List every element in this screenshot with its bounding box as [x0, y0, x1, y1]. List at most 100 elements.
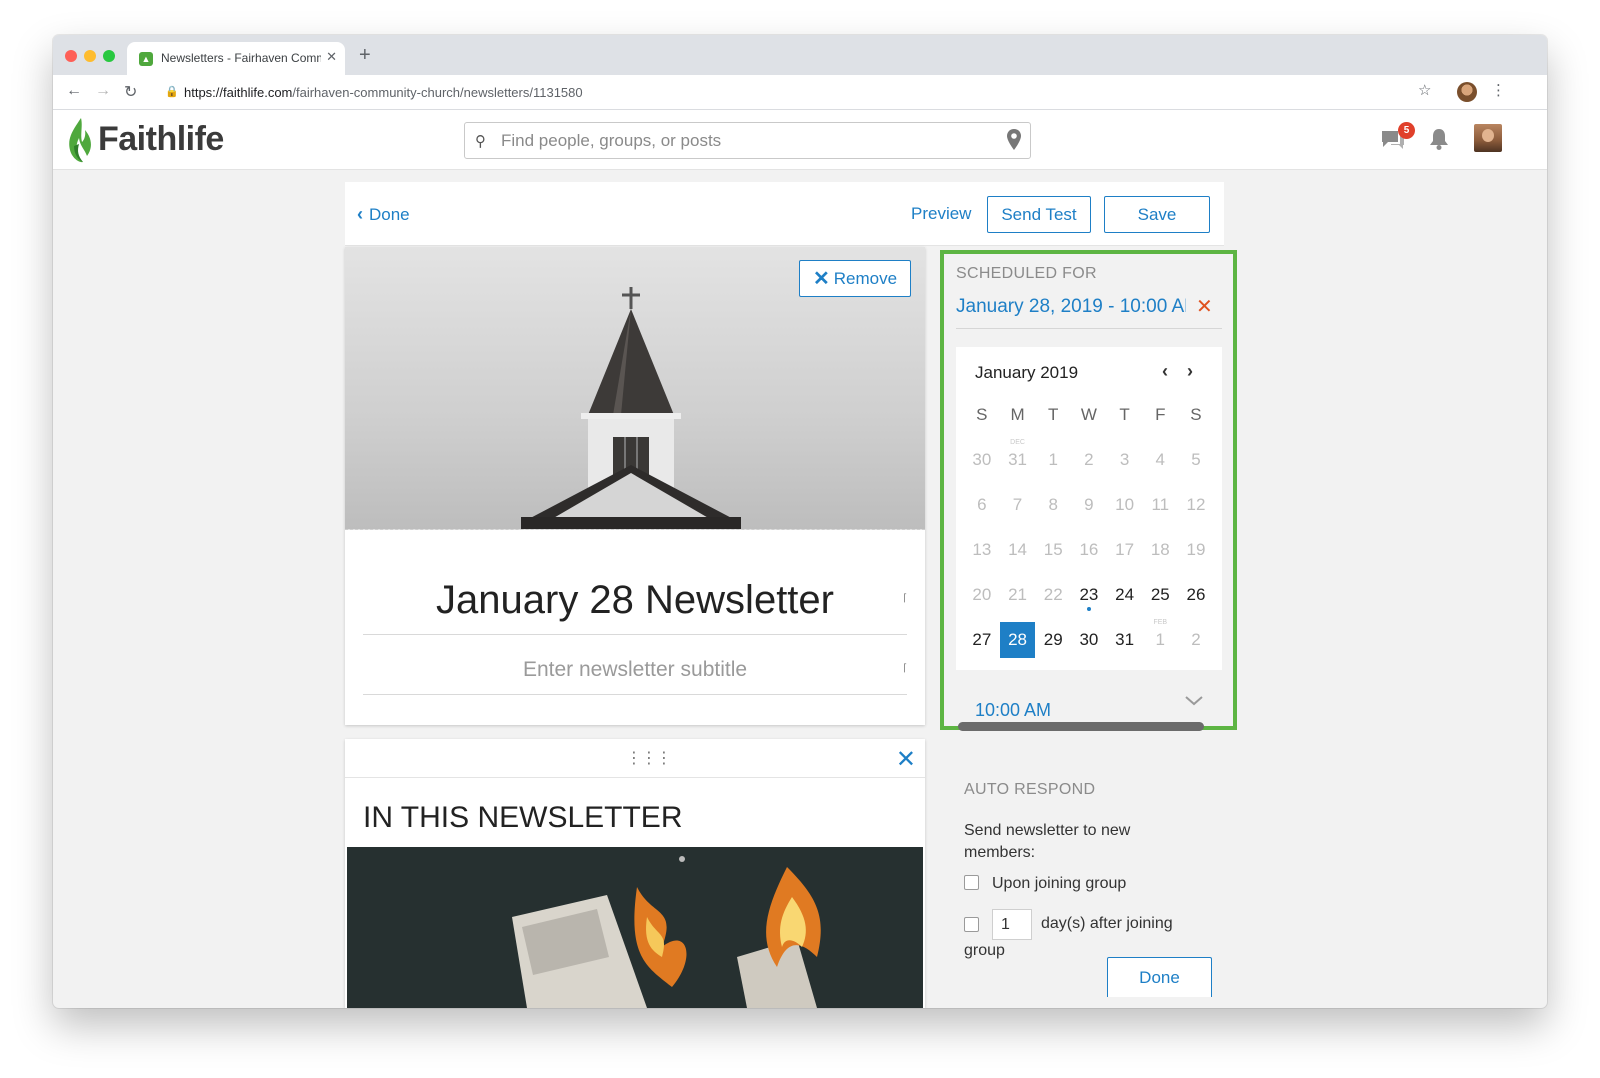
- days-input[interactable]: [992, 909, 1032, 940]
- calendar-day[interactable]: 13: [964, 532, 1000, 568]
- bookmark-star-icon[interactable]: ☆: [1418, 81, 1431, 99]
- resize-handle-icon[interactable]: ⌈: [903, 646, 907, 692]
- calendar-day[interactable]: 18: [1142, 532, 1178, 568]
- calendar-day-number: 23: [1079, 585, 1099, 604]
- calendar-weekday: T: [1048, 405, 1059, 424]
- chevron-left-icon[interactable]: ‹: [1162, 361, 1168, 382]
- minimize-window-button[interactable]: [84, 50, 96, 62]
- calendar-day[interactable]: 6: [964, 487, 1000, 523]
- browser-profile-avatar[interactable]: [1457, 82, 1477, 102]
- calendar-day[interactable]: 22: [1035, 577, 1071, 613]
- calendar-day[interactable]: 1 FEB: [1142, 619, 1178, 658]
- calendar-day[interactable]: 19: [1178, 532, 1214, 568]
- calendar-day[interactable]: 23: [1071, 577, 1107, 613]
- calendar-week-row: 27 28 29 30 31 1 FEB 2: [964, 619, 1214, 667]
- calendar-weekday: S: [1190, 405, 1202, 424]
- calendar-day[interactable]: 12: [1178, 487, 1214, 523]
- save-button[interactable]: Save: [1104, 196, 1210, 233]
- faithlife-flame-icon[interactable]: [65, 116, 95, 164]
- calendar-day[interactable]: 20: [964, 577, 1000, 613]
- newsletter-subtitle-field[interactable]: Enter newsletter subtitle ⌈: [363, 647, 907, 695]
- calendar-day[interactable]: 4: [1142, 442, 1178, 478]
- calendar-day[interactable]: 1: [1035, 442, 1071, 478]
- calendar-day[interactable]: 10: [1107, 487, 1143, 523]
- calendar-day-number: 20: [972, 585, 992, 604]
- send-test-button[interactable]: Send Test: [987, 196, 1091, 233]
- calendar-day[interactable]: 8: [1035, 487, 1071, 523]
- calendar-day[interactable]: 3: [1107, 442, 1143, 478]
- calendar-day-number: 4: [1155, 450, 1166, 469]
- upon-joining-checkbox[interactable]: [964, 875, 979, 890]
- resize-handle-icon[interactable]: ⌈: [903, 566, 907, 632]
- tab-close-icon[interactable]: ✕: [326, 49, 337, 65]
- calendar-day[interactable]: 27: [964, 622, 1000, 658]
- calendar-day-number: 12: [1186, 495, 1206, 514]
- calendar-day[interactable]: 15: [1035, 532, 1071, 568]
- calendar-day[interactable]: 7: [1000, 487, 1036, 523]
- newsletter-title: January 28 Newsletter: [436, 578, 834, 622]
- calendar-day-number: 1: [1048, 450, 1058, 469]
- calendar-day[interactable]: 17: [1107, 532, 1143, 568]
- section-title[interactable]: IN THIS NEWSLETTER: [363, 801, 682, 835]
- calendar-day-number: 9: [1084, 495, 1094, 514]
- bell-icon[interactable]: [1428, 127, 1450, 151]
- done-link[interactable]: ‹ Done: [357, 204, 410, 225]
- forward-arrow-icon[interactable]: →: [95, 82, 111, 100]
- schedule-panel: SCHEDULED FOR January 28, 2019 - 10:00 A…: [940, 250, 1237, 731]
- chevron-left-icon: ‹: [357, 204, 363, 224]
- days-after-joining-checkbox[interactable]: [964, 917, 979, 932]
- calendar-month-tag: DEC: [1010, 439, 1025, 446]
- clear-schedule-icon[interactable]: ✕: [1196, 294, 1213, 319]
- user-avatar[interactable]: [1474, 124, 1502, 152]
- calendar-day[interactable]: 14: [1000, 532, 1036, 568]
- calendar-day[interactable]: 2: [1071, 442, 1107, 478]
- search-box: ⚲: [464, 122, 1031, 159]
- horizontal-scrollbar[interactable]: [958, 722, 1204, 731]
- calendar-day[interactable]: 30: [1071, 622, 1107, 658]
- calendar-day[interactable]: 29: [1035, 622, 1071, 658]
- calendar-day[interactable]: 31: [1107, 622, 1143, 658]
- search-input[interactable]: [501, 129, 991, 153]
- scheduled-date-value[interactable]: January 28, 2019 - 10:00 AM: [956, 296, 1186, 318]
- time-select[interactable]: 10:00 AM: [975, 700, 1051, 721]
- chevron-right-icon[interactable]: ›: [1187, 361, 1193, 382]
- calendar-day[interactable]: 30: [964, 442, 1000, 478]
- drag-handle-icon[interactable]: ⋮⋮⋮: [626, 748, 672, 768]
- calendar-day-number: 30: [972, 450, 992, 469]
- remove-image-button[interactable]: ✕ Remove: [799, 260, 911, 297]
- calendar-day[interactable]: 16: [1071, 532, 1107, 568]
- chevron-down-icon[interactable]: [1184, 694, 1204, 708]
- calendar-grid: S M T W T F S 30 31 DEC 1 2 3 4 5 6 7 8 9 10 11 12 13 14 15 16 17 1…: [964, 397, 1214, 667]
- calendar-day[interactable]: 5: [1178, 442, 1214, 478]
- preview-link[interactable]: Preview: [911, 204, 971, 224]
- calendar-day[interactable]: 2: [1178, 622, 1214, 658]
- calendar-day-selected[interactable]: 28: [999, 622, 1036, 658]
- calendar-day-number: 10: [1115, 495, 1135, 514]
- new-tab-button[interactable]: +: [359, 45, 371, 65]
- back-arrow-icon[interactable]: ←: [66, 82, 82, 100]
- reload-icon[interactable]: ↻: [124, 82, 137, 102]
- calendar-day-number: 19: [1186, 540, 1206, 559]
- upon-joining-label: Upon joining group: [992, 875, 1127, 892]
- newsletter-title-field[interactable]: January 28 Newsletter ⌈: [363, 567, 907, 635]
- calendar-day[interactable]: 9: [1071, 487, 1107, 523]
- url-field[interactable]: 🔒 https://faithlife.com/fairhaven-commun…: [153, 79, 1453, 106]
- browser-tab[interactable]: ▲ Newsletters - Fairhaven Comm ✕: [127, 42, 345, 75]
- browser-menu-icon[interactable]: ⋮: [1491, 81, 1506, 99]
- calendar-day[interactable]: 11: [1142, 487, 1178, 523]
- close-window-button[interactable]: [65, 50, 77, 62]
- calendar-day[interactable]: 21: [1000, 577, 1036, 613]
- calendar-day[interactable]: 25: [1142, 577, 1178, 613]
- days-after-joining-label: day(s) after joining: [1041, 915, 1173, 932]
- calendar-day[interactable]: 26: [1178, 577, 1214, 613]
- faithlife-logo-text[interactable]: Faithlife: [98, 120, 224, 159]
- auto-respond-done-button[interactable]: Done: [1107, 957, 1212, 997]
- calendar-day[interactable]: 24: [1107, 577, 1143, 613]
- location-pin-icon[interactable]: [1006, 128, 1022, 152]
- maximize-window-button[interactable]: [103, 50, 115, 62]
- close-section-icon[interactable]: ✕: [896, 745, 916, 774]
- calendar-day[interactable]: 31 DEC: [1000, 439, 1036, 478]
- calendar-day-number: 24: [1115, 585, 1135, 604]
- burning-newspaper-image: [347, 847, 923, 1008]
- calendar-day-number: 30: [1079, 630, 1099, 649]
